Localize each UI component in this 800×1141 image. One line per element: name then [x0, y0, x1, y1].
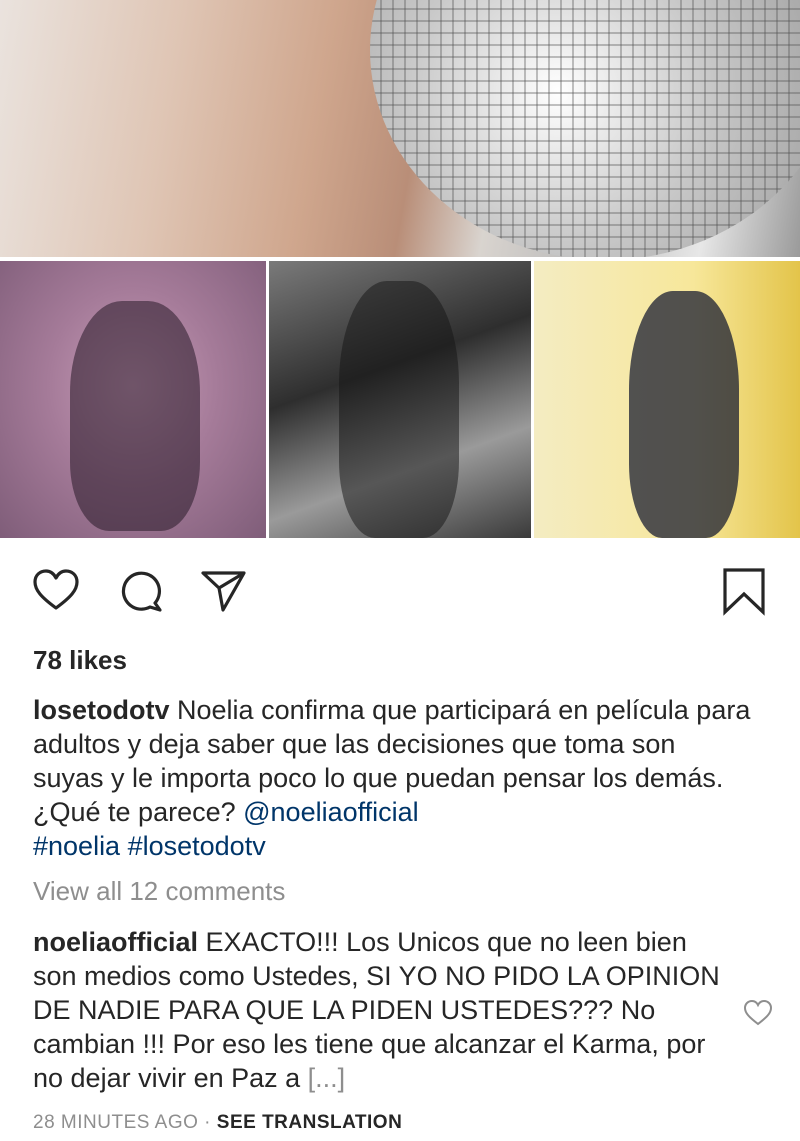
photo-bottom-right: [534, 261, 800, 538]
photo-bottom-left: [0, 261, 266, 538]
share-icon[interactable]: [198, 566, 248, 616]
caption-mention[interactable]: @noeliaofficial: [243, 797, 419, 827]
disco-ball: [370, 0, 800, 257]
photo-bottom-middle: [269, 261, 531, 538]
caption-hashtag[interactable]: #losetodotv: [128, 831, 266, 861]
timestamp: 28 MINUTES AGO: [33, 1112, 199, 1133]
post-photo-collage[interactable]: [0, 0, 800, 538]
caption-username[interactable]: losetodotv: [33, 695, 170, 725]
comment-like-heart-icon[interactable]: [743, 998, 773, 1028]
post-caption: losetodotv Noelia confirma que participa…: [33, 693, 753, 863]
comment-icon[interactable]: [116, 566, 166, 616]
see-translation-link[interactable]: SEE TRANSLATION: [217, 1112, 403, 1133]
bookmark-icon[interactable]: [719, 566, 769, 616]
comment: noeliaofficial EXACTO!!! Los Unicos que …: [33, 925, 733, 1095]
likes-count[interactable]: 78 likes: [33, 645, 127, 676]
post-action-bar: [0, 560, 800, 620]
comment-more-link[interactable]: [...]: [308, 1063, 346, 1093]
comment-username[interactable]: noeliaofficial: [33, 927, 198, 957]
photo-top: [0, 0, 800, 257]
view-all-comments-link[interactable]: View all 12 comments: [33, 876, 285, 907]
post-meta: 28 MINUTES AGO · SEE TRANSLATION: [33, 1112, 402, 1134]
heart-icon[interactable]: [31, 566, 81, 616]
caption-hashtag[interactable]: #noelia: [33, 831, 120, 861]
meta-separator: ·: [198, 1112, 217, 1133]
